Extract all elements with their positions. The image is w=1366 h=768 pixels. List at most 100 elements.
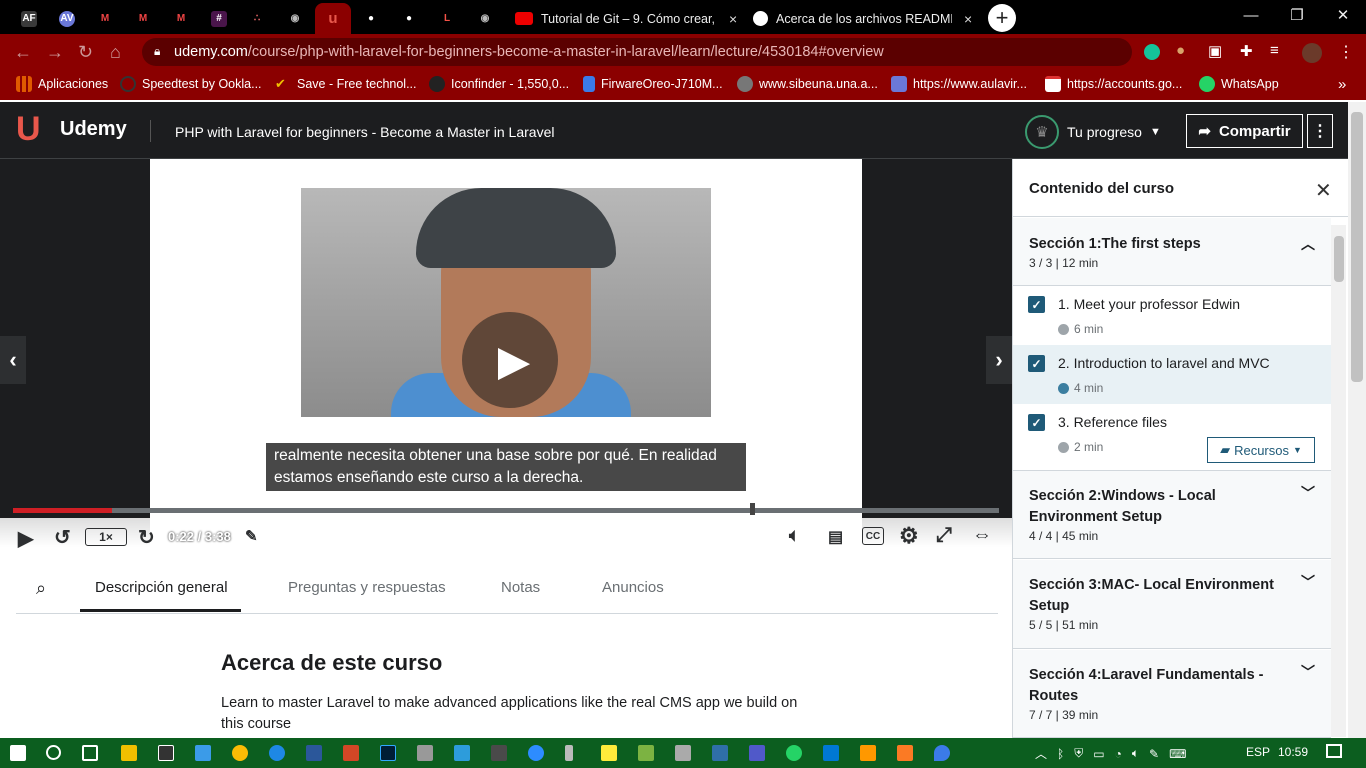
page-scrollbar-thumb[interactable] <box>1351 112 1363 382</box>
maps-icon[interactable] <box>934 745 950 761</box>
menu-icon[interactable]: ⋮ <box>1338 42 1354 62</box>
bookmark-speedtest[interactable]: Speedtest by Ookla... <box>120 76 262 92</box>
powerpoint-icon[interactable] <box>343 745 359 761</box>
close-window-button[interactable]: ✕ <box>1320 0 1366 30</box>
teamviewer-icon[interactable] <box>269 745 285 761</box>
vscode-icon[interactable] <box>823 745 839 761</box>
close-sidebar-icon[interactable]: ✕ <box>1315 178 1332 203</box>
chrome-icon[interactable] <box>232 745 248 761</box>
new-tab-button[interactable]: + <box>988 4 1016 32</box>
word-icon[interactable] <box>306 745 322 761</box>
captions-button[interactable]: CC <box>862 527 884 545</box>
notes-icon[interactable]: ✎ <box>245 527 258 545</box>
tab-av[interactable]: AV <box>50 3 84 34</box>
file-explorer-icon[interactable] <box>121 745 137 761</box>
bookmark-whatsapp[interactable]: WhatsApp <box>1199 76 1279 92</box>
tab-announcements[interactable]: Anuncios <box>602 579 664 596</box>
maximize-button[interactable]: ❐ <box>1274 0 1320 30</box>
tab-github-1[interactable]: ● <box>354 3 388 34</box>
extension-icon[interactable]: ▣ <box>1208 42 1222 60</box>
bookmark-iconfinder[interactable]: Iconfinder - 1,550,0... <box>429 76 569 92</box>
language-indicator[interactable]: ESP <box>1246 745 1270 759</box>
reload-icon[interactable]: ↻ <box>78 42 93 63</box>
forward-icon[interactable]: ↻ <box>138 525 155 550</box>
share-button[interactable]: ➦ Compartir <box>1186 114 1303 148</box>
volume-icon[interactable]: 🔈︎ <box>789 525 800 546</box>
section-1[interactable]: Sección 1:The first steps 3 / 3 | 12 min… <box>1013 218 1331 286</box>
bookmark-sibeuna[interactable]: www.sibeuna.una.a... <box>737 76 878 92</box>
home-icon[interactable]: ⌂ <box>110 42 121 63</box>
tab-git-tutorial[interactable]: Tutorial de Git – 9. Cómo crear, r × <box>505 3 740 34</box>
sublime-icon[interactable] <box>860 745 876 761</box>
bookmark-apps[interactable]: Aplicaciones <box>16 76 108 92</box>
tab-slack[interactable]: # <box>202 3 236 34</box>
app-icon[interactable] <box>565 745 573 761</box>
seek-bar[interactable] <box>13 508 999 513</box>
rewind-icon[interactable]: ↺ <box>54 525 71 550</box>
close-tab-icon[interactable]: × <box>729 11 737 27</box>
clock[interactable]: 10:59 <box>1278 745 1308 759</box>
checkbox-checked-icon[interactable]: ✓ <box>1028 414 1045 431</box>
whatsapp-icon[interactable] <box>786 745 802 761</box>
lecture-item-current[interactable]: ✓ 2. Introduction to laravel and MVC 4 m… <box>1013 345 1331 404</box>
playback-speed-button[interactable]: 1× <box>85 528 127 546</box>
grammarly-icon[interactable] <box>1144 44 1160 60</box>
minimize-button[interactable]: — <box>1228 0 1274 30</box>
app-icon[interactable] <box>712 745 728 761</box>
course-title[interactable]: PHP with Laravel for beginners - Become … <box>175 124 554 140</box>
battery-icon[interactable]: ▭ <box>1093 747 1104 761</box>
wifi-icon[interactable]: ◔ <box>1115 747 1122 761</box>
camtasia-icon[interactable] <box>638 745 654 761</box>
play-icon[interactable]: ▶ <box>18 526 33 551</box>
tab-laravel[interactable]: L <box>430 3 464 34</box>
bookmark-google-accounts[interactable]: https://accounts.go... <box>1045 76 1182 92</box>
tab-udemy[interactable]: u <box>315 3 351 34</box>
windows-start-icon[interactable] <box>10 745 26 761</box>
search-icon[interactable]: ⌕ <box>36 578 46 599</box>
sticky-notes-icon[interactable] <box>601 745 617 761</box>
terminal-icon[interactable] <box>158 745 174 761</box>
expand-view-icon[interactable]: ⇔ <box>972 524 992 547</box>
pen-icon[interactable]: ✎ <box>1149 747 1159 761</box>
bookmark-firmware[interactable]: FirwareOreo-J710M... <box>583 76 723 92</box>
app-icon[interactable] <box>417 745 433 761</box>
tab-globe-2[interactable]: ◉ <box>468 3 502 34</box>
app-icon[interactable] <box>675 745 691 761</box>
bluetooth-icon[interactable]: ᛒ <box>1057 747 1064 761</box>
settings-gear-icon[interactable]: ⚙ <box>899 523 919 549</box>
search-icon[interactable] <box>46 745 61 760</box>
tab-af[interactable]: AF <box>12 3 46 34</box>
checkbox-checked-icon[interactable]: ✓ <box>1028 296 1045 313</box>
tab-readme[interactable]: Acerca de los archivos README - × <box>743 3 978 34</box>
section-2[interactable]: Sección 2:Windows - Local Environment Se… <box>1013 470 1331 559</box>
fullscreen-icon[interactable]: ⤢ <box>936 524 952 547</box>
bookmark-aulavirtual[interactable]: https://www.aulavir... <box>891 76 1027 92</box>
avatar[interactable] <box>1302 43 1322 63</box>
app-icon[interactable] <box>491 745 507 761</box>
sidebar-scrollbar[interactable] <box>1331 225 1346 737</box>
transcript-icon[interactable]: ▤ <box>828 527 843 547</box>
tab-gmail-2[interactable]: M <box>126 3 160 34</box>
previous-lecture-button[interactable]: ‹ <box>0 336 26 384</box>
photoshop-icon[interactable] <box>380 745 396 761</box>
close-tab-icon[interactable]: × <box>964 11 972 27</box>
app-icon[interactable] <box>454 745 470 761</box>
notifications-icon[interactable] <box>1326 744 1342 758</box>
address-bar[interactable]: 🔒︎ udemy.com/course/php-with-laravel-for… <box>142 38 1132 66</box>
sidebar-scrollbar-thumb[interactable] <box>1334 236 1344 282</box>
tab-gmail-1[interactable]: M <box>88 3 122 34</box>
xampp-icon[interactable] <box>897 745 913 761</box>
bookmarks-overflow-icon[interactable]: » <box>1338 76 1346 93</box>
progress-dropdown[interactable]: ♛ Tu progreso ▼ <box>1025 115 1161 149</box>
tab-overview[interactable]: Descripción general <box>95 579 228 596</box>
task-view-icon[interactable] <box>82 745 98 761</box>
keyboard-icon[interactable]: ⌨ <box>1169 747 1186 761</box>
teams-icon[interactable] <box>749 745 765 761</box>
udemy-logo[interactable]: U Udemy <box>16 112 127 146</box>
security-icon[interactable]: ⛨ <box>1074 746 1083 761</box>
cookie-icon[interactable]: ● <box>1176 42 1185 59</box>
tab-gmail-3[interactable]: M <box>164 3 198 34</box>
section-4[interactable]: Sección 4:Laravel Fundamentals - Routes … <box>1013 650 1331 738</box>
next-lecture-button[interactable]: › <box>986 336 1012 384</box>
tab-qa[interactable]: Preguntas y respuestas <box>288 579 446 596</box>
